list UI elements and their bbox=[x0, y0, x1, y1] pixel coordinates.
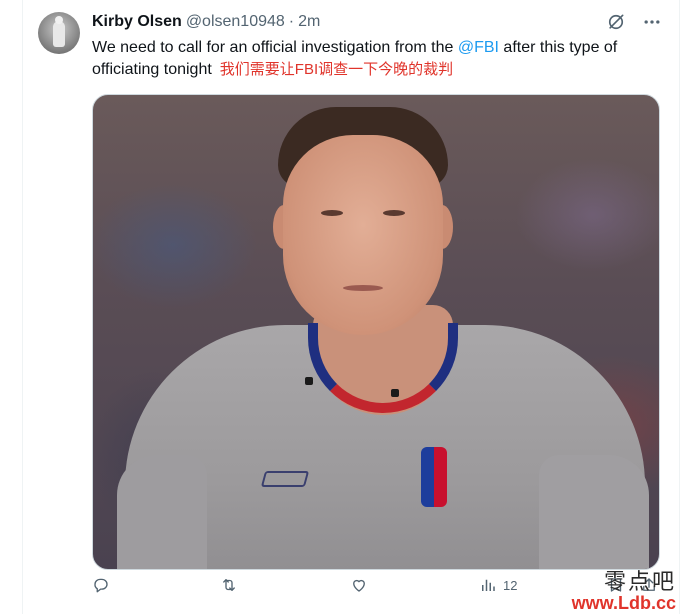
reply-icon bbox=[94, 578, 108, 593]
photo-mouth bbox=[343, 285, 383, 291]
photo-face bbox=[283, 135, 443, 335]
tweet-photo[interactable] bbox=[92, 94, 660, 570]
views-count: 12 bbox=[503, 577, 518, 593]
author-name[interactable]: Kirby Olsen bbox=[92, 13, 182, 31]
photo-sleeve-left bbox=[117, 455, 207, 569]
like-button[interactable] bbox=[350, 576, 368, 594]
separator: · bbox=[288, 13, 295, 30]
avatar-head bbox=[55, 16, 63, 24]
tweet-text: We need to call for an official investig… bbox=[92, 37, 662, 81]
author-handle[interactable]: @olsen10948 bbox=[186, 13, 285, 31]
more-icon[interactable] bbox=[642, 12, 662, 32]
photo-sleeve-right bbox=[539, 455, 649, 569]
retweet-icon bbox=[223, 579, 235, 591]
timestamp[interactable]: 2m bbox=[298, 13, 320, 31]
retweet-button[interactable] bbox=[220, 576, 238, 594]
views-button[interactable]: 12 bbox=[479, 576, 517, 594]
avatar[interactable] bbox=[38, 12, 80, 54]
tweet-header: Kirby Olsen @olsen10948 · 2m bbox=[92, 12, 320, 32]
heart-icon bbox=[353, 579, 365, 592]
tweet-top-icons bbox=[606, 12, 662, 32]
mention-link[interactable]: @FBI bbox=[458, 39, 499, 56]
tweet-text-before: We need to call for an official investig… bbox=[92, 39, 458, 56]
photo-eye-left bbox=[321, 210, 343, 216]
reply-button[interactable] bbox=[92, 576, 110, 594]
watermark-url: www.Ldb.cc bbox=[571, 593, 676, 613]
photo-mic-right bbox=[391, 389, 399, 397]
photo-mic-left bbox=[305, 377, 313, 385]
photo-league-logo bbox=[421, 447, 447, 507]
translation-note: 我们需要让FBI调查一下今晚的裁判 bbox=[219, 61, 454, 78]
watermark-top: 零点吧 bbox=[603, 570, 676, 595]
watermark: 零点吧 www.Ldb.cc bbox=[571, 570, 676, 613]
avatar-figure bbox=[53, 21, 65, 47]
views-chart-icon bbox=[482, 579, 495, 591]
grok-icon[interactable] bbox=[606, 12, 626, 32]
photo-eye-right bbox=[383, 210, 405, 216]
photo-jersey-logo bbox=[260, 471, 310, 487]
